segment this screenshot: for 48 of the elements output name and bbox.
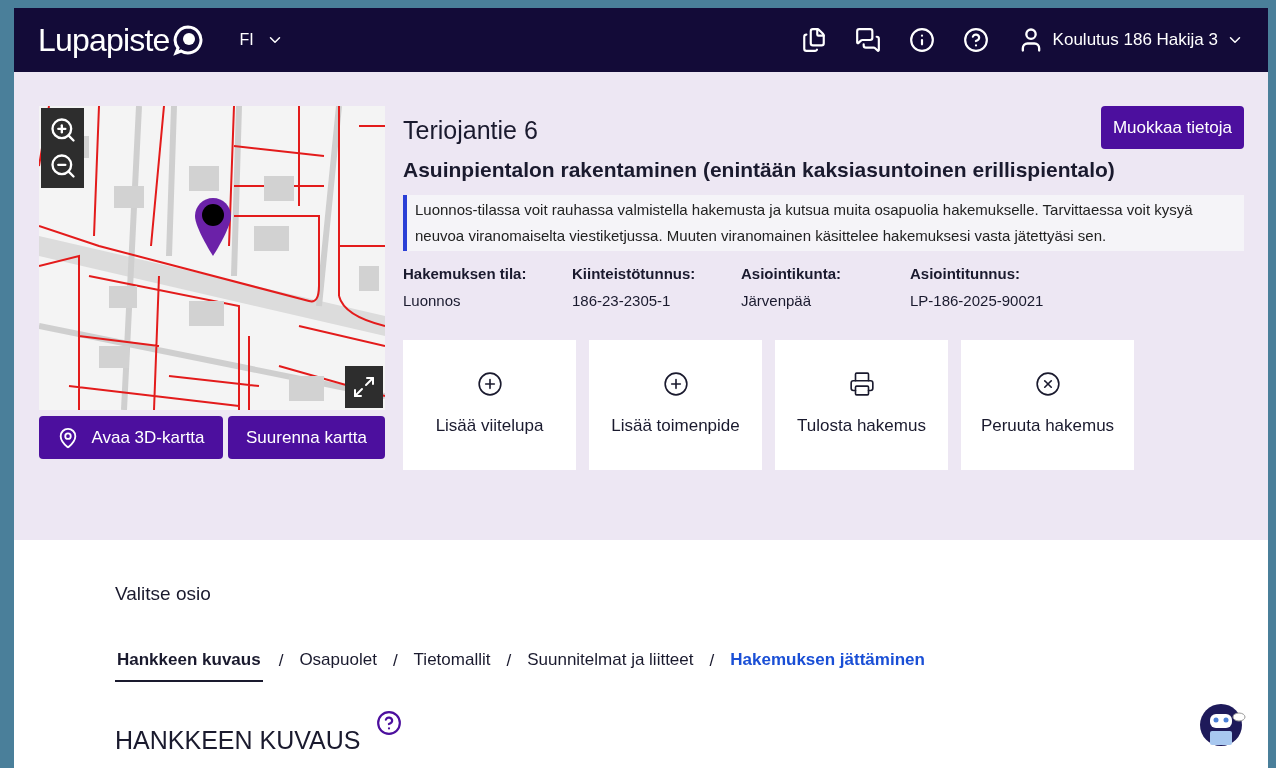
chat-bubbles-icon[interactable] — [854, 27, 881, 53]
tab-separator: / — [709, 649, 715, 672]
section-tab[interactable]: Hakemuksen jättäminen — [730, 638, 925, 682]
detail-value: LP-186-2025-90021 — [910, 290, 1045, 311]
help-icon[interactable] — [376, 710, 403, 736]
printer-icon — [848, 371, 875, 398]
zoom-in-icon[interactable] — [48, 116, 77, 144]
action-card-button[interactable]: Peruuta hakemus — [961, 340, 1134, 470]
plus-circle-icon — [662, 371, 689, 398]
x-circle-icon — [1034, 371, 1061, 398]
detail-label: Hakemuksen tila: — [403, 264, 528, 284]
open-3d-map-button[interactable]: Avaa 3D-kartta — [39, 416, 223, 459]
detail-value: Järvenpää — [741, 290, 813, 311]
detail-label: Asiointikunta: — [741, 264, 842, 284]
tab-separator: / — [278, 649, 284, 672]
detail-value: 186-23-2305-1 — [572, 290, 672, 311]
expand-arrows-icon — [352, 375, 376, 399]
map-pin-icon — [195, 198, 231, 258]
action-card-button[interactable]: Lisää toimenpide — [589, 340, 762, 470]
logo-text[interactable]: Lupapiste — [38, 16, 170, 64]
action-card-button[interactable]: Tulosta hakemus — [775, 340, 948, 470]
enlarge-map-button[interactable]: Suurenna kartta — [228, 416, 385, 459]
operation-title: Asuinpientalon rakentaminen (enintään kaksiasuntoinen erillispientalo) — [403, 156, 1116, 183]
section-tab[interactable]: Hankkeen kuvaus — [115, 638, 263, 682]
address-title: Teriojantie 6 — [403, 115, 538, 146]
plus-circle-icon — [476, 371, 503, 398]
action-card-button[interactable]: Lisää viitelupa — [403, 340, 576, 470]
detail-value: Luonnos — [403, 290, 462, 311]
language-selector[interactable]: FI — [239, 28, 284, 52]
chatbot-robot-icon[interactable] — [1200, 702, 1246, 748]
zoom-out-icon[interactable] — [48, 152, 77, 180]
edit-details-button[interactable]: Muokkaa tietoja — [1100, 106, 1244, 149]
tab-separator: / — [506, 649, 512, 672]
detail-label: Asiointitunnus: — [910, 264, 1021, 284]
section-tab[interactable]: Tietomallit — [413, 638, 491, 682]
section-selector-title: Valitse osio — [115, 582, 212, 606]
user-menu-button[interactable]: Koulutus 186 Hakija 3 — [1016, 26, 1244, 54]
fullscreen-button[interactable] — [345, 366, 383, 408]
map-drawing[interactable] — [39, 106, 385, 410]
draft-info-notice: Luonnos-tilassa voit rauhassa valmistella hakemusta ja kutsua muita osapuolia hakemukselle. Tarvittaessa voit kysyä neuvoa viranomaiselta viestiketjussa. Muuten viranomainen käsittelee hakemuksesi vasta jätettyäsi sen. — [403, 195, 1244, 251]
detail-label: Kiinteistötunnus: — [572, 264, 697, 284]
info-icon[interactable] — [908, 27, 935, 53]
section-tab[interactable]: Suunnitelmat ja liitteet — [527, 638, 694, 682]
section-heading: HANKKEEN KUVAUS — [115, 725, 361, 756]
section-tab[interactable]: Osapuolet — [299, 638, 377, 682]
documents-icon[interactable] — [800, 27, 827, 53]
tab-separator: / — [392, 649, 398, 672]
speech-bubble-logo-icon — [171, 24, 204, 56]
